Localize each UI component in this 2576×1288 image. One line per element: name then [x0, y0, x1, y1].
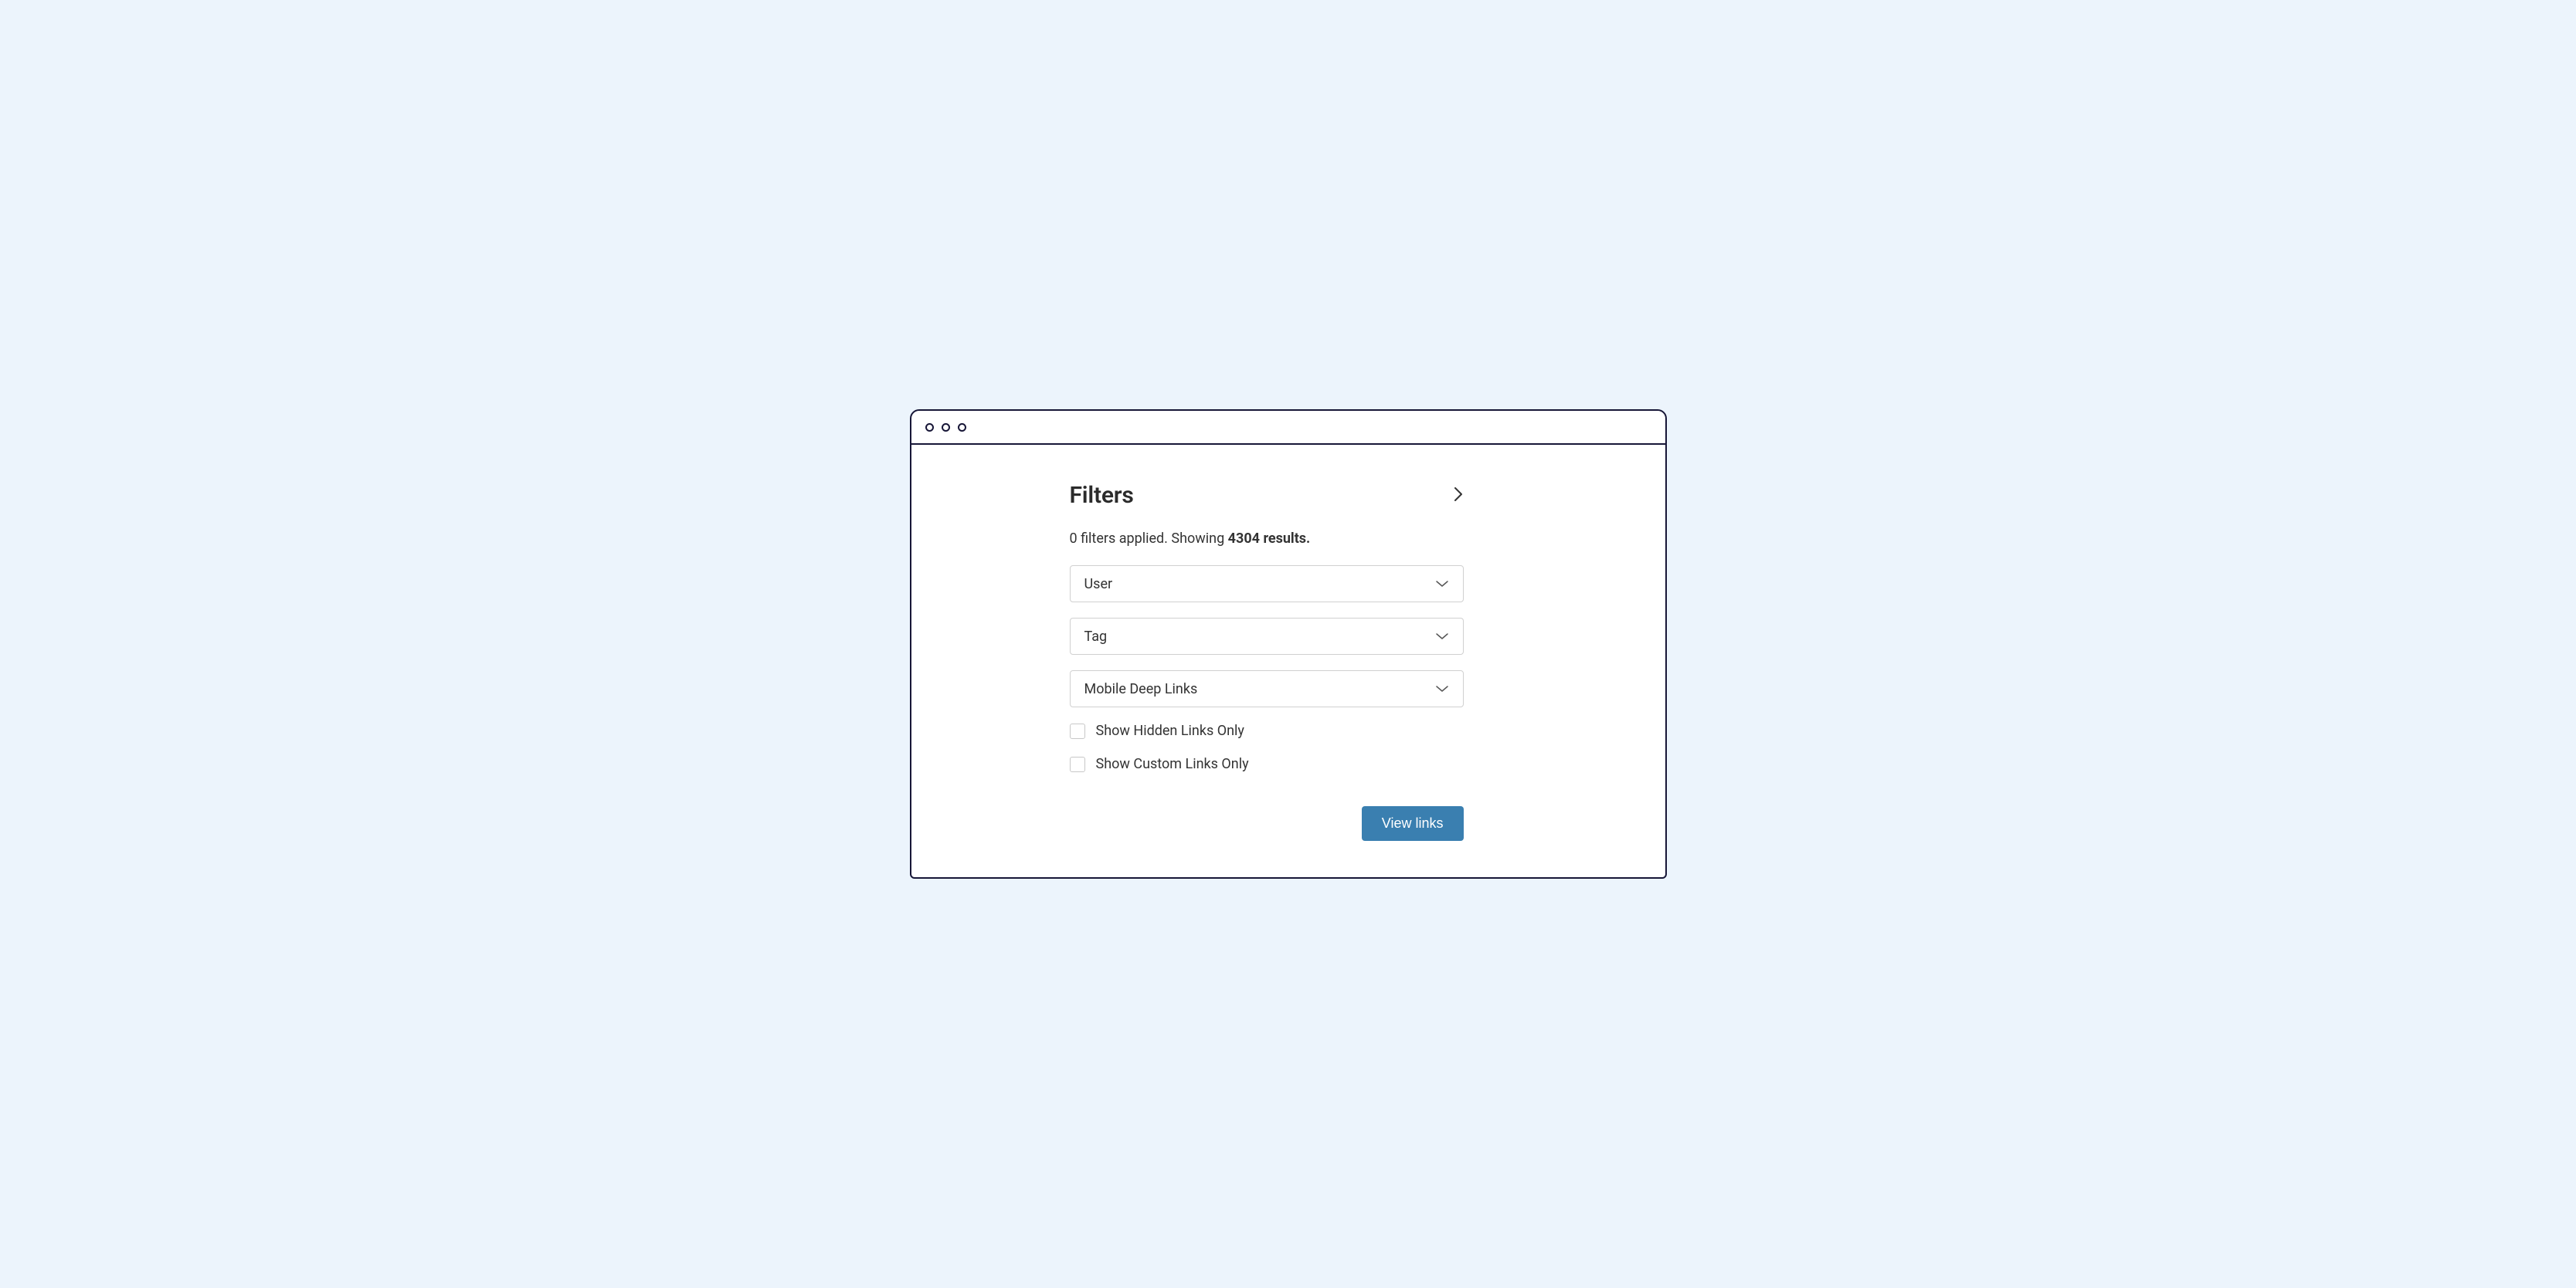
tag-select[interactable]: Tag	[1070, 618, 1464, 655]
checkbox-box-icon	[1070, 724, 1085, 739]
window-close-dot[interactable]	[925, 423, 934, 432]
view-links-button[interactable]: View links	[1362, 806, 1464, 841]
show-hidden-label: Show Hidden Links Only	[1096, 723, 1244, 739]
window-titlebar	[911, 411, 1665, 445]
filters-heading: Filters	[1070, 482, 1134, 509]
app-window: Filters 0 filters applied. Showing 4304 …	[910, 409, 1667, 879]
show-hidden-links-checkbox[interactable]: Show Hidden Links Only	[1070, 723, 1464, 739]
show-custom-links-checkbox[interactable]: Show Custom Links Only	[1070, 756, 1464, 772]
show-custom-label: Show Custom Links Only	[1096, 756, 1249, 772]
heading-row: Filters	[1070, 482, 1464, 509]
checkbox-box-icon	[1070, 757, 1085, 772]
user-select[interactable]: User	[1070, 565, 1464, 602]
chevron-right-icon[interactable]	[1453, 486, 1464, 506]
window-minimize-dot[interactable]	[942, 423, 950, 432]
status-count: 4304 results.	[1228, 530, 1311, 547]
mobile-deep-links-select[interactable]: Mobile Deep Links	[1070, 670, 1464, 707]
chevron-down-icon	[1435, 629, 1449, 645]
filter-status-text: 0 filters applied. Showing 4304 results.	[1070, 530, 1464, 547]
filters-panel: Filters 0 filters applied. Showing 4304 …	[1070, 482, 1464, 841]
button-row: View links	[1070, 806, 1464, 841]
status-prefix: 0 filters applied. Showing	[1070, 530, 1228, 547]
chevron-down-icon	[1435, 681, 1449, 697]
chevron-down-icon	[1435, 576, 1449, 592]
tag-select-label: Tag	[1084, 629, 1108, 645]
user-select-label: User	[1084, 576, 1113, 592]
mobile-select-label: Mobile Deep Links	[1084, 681, 1198, 697]
window-content: Filters 0 filters applied. Showing 4304 …	[911, 445, 1665, 877]
window-zoom-dot[interactable]	[958, 423, 966, 432]
